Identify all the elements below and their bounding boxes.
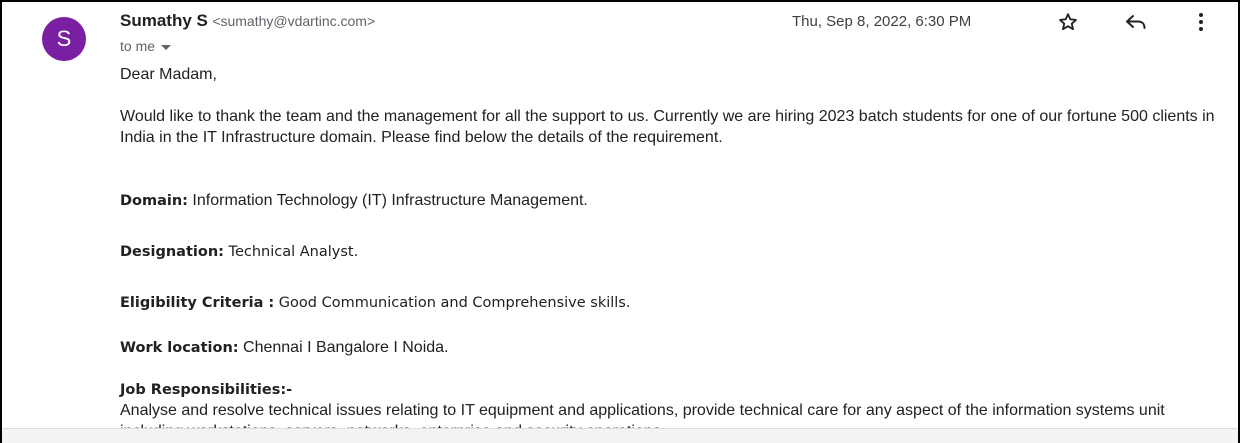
- work-location-value: Chennai I Bangalore I Noida.: [238, 339, 449, 356]
- eligibility-label: Eligibility Criteria :: [120, 295, 275, 311]
- domain-label: Domain:: [120, 193, 188, 209]
- reply-icon: [1126, 15, 1146, 29]
- designation-value: Technical Analyst.: [223, 244, 359, 260]
- recipient-label: to me: [120, 38, 156, 54]
- email-message-view: S Sumathy S <sumathy@vdartinc.com> to me…: [0, 0, 1240, 443]
- intro-paragraph: Would like to thank the team and the man…: [120, 108, 1215, 146]
- sender-email[interactable]: <sumathy@vdartinc.com>: [212, 13, 375, 29]
- work-location-line: Work location: Chennai I Bangalore I Noi…: [120, 337, 1222, 359]
- reply-button[interactable]: [1122, 8, 1150, 36]
- work-location-label: Work location:: [120, 340, 239, 356]
- email-timestamp: Thu, Sep 8, 2022, 6:30 PM: [792, 13, 972, 30]
- star-icon: [1059, 13, 1077, 31]
- sender-avatar[interactable]: S: [42, 17, 86, 61]
- job-responsibilities-heading: Job Responsibilities:-: [120, 379, 1222, 401]
- designation-line: Designation: Technical Analyst.: [120, 241, 1222, 263]
- more-options-button[interactable]: [1187, 8, 1215, 36]
- sender-header: Sumathy S <sumathy@vdartinc.com>: [120, 11, 375, 31]
- recipient-details-toggle[interactable]: to me: [120, 38, 172, 54]
- eligibility-line: Eligibility Criteria : Good Communicatio…: [120, 292, 1222, 314]
- star-button[interactable]: [1054, 8, 1082, 36]
- domain-value: Information Technology (IT) Infrastructu…: [187, 192, 588, 209]
- chevron-down-icon[interactable]: [161, 44, 172, 50]
- greeting-text: Dear Madam,: [120, 66, 217, 83]
- more-vert-icon: [1199, 13, 1203, 31]
- scroll-cutoff-bar: [2, 428, 1238, 443]
- designation-label: Designation:: [120, 244, 224, 260]
- domain-line: Domain: Information Technology (IT) Infr…: [120, 190, 1222, 212]
- sender-name[interactable]: Sumathy S: [120, 11, 208, 30]
- eligibility-value: Good Communication and Comprehensive ski…: [274, 295, 631, 311]
- job-responsibilities-label: Job Responsibilities:-: [120, 382, 293, 398]
